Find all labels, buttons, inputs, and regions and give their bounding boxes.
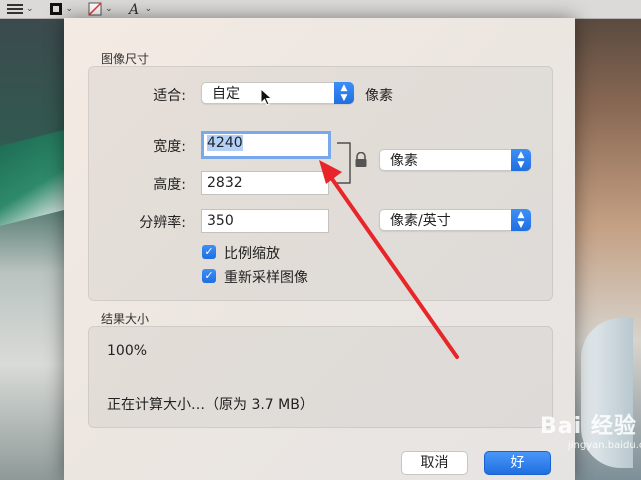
watermark-brand: Bai 经验 xyxy=(540,414,637,439)
watermark-url: jingyan.baidu.com xyxy=(568,440,641,451)
baidu-watermark: Bai 经验 jingyan.baidu.com xyxy=(540,408,641,451)
